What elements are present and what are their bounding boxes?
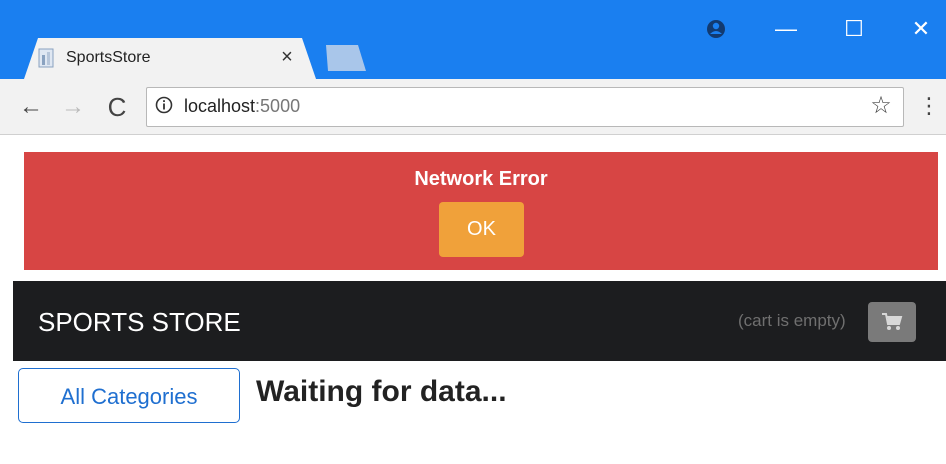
url-text[interactable]: localhost:5000 [184, 95, 300, 117]
account-icon[interactable] [696, 14, 736, 44]
menu-icon[interactable]: ⋮ [918, 93, 940, 119]
cart-status: (cart is empty) [738, 311, 846, 330]
loading-status: Waiting for data... [256, 375, 507, 408]
minimize-button[interactable]: — [766, 14, 806, 44]
error-message: Network Error [414, 168, 548, 190]
url-port: :5000 [255, 96, 301, 116]
back-button[interactable]: ← [16, 92, 46, 122]
reload-button[interactable]: C [102, 92, 132, 122]
url-host: localhost [184, 96, 256, 116]
ok-button[interactable]: OK [439, 202, 524, 257]
forward-button[interactable]: → [58, 92, 88, 122]
cart-icon [882, 313, 903, 330]
tab-title: SportsStore [66, 49, 151, 66]
star-icon[interactable]: ☆ [868, 93, 894, 119]
info-icon[interactable] [155, 96, 173, 114]
maximize-button[interactable]: ☐ [834, 14, 874, 44]
favicon-icon [38, 48, 54, 68]
all-categories-button[interactable]: All Categories [18, 368, 240, 423]
close-tab-icon[interactable]: × [277, 46, 297, 68]
store-brand[interactable]: SPORTS STORE [38, 306, 241, 338]
close-window-button[interactable]: ✕ [901, 14, 941, 44]
